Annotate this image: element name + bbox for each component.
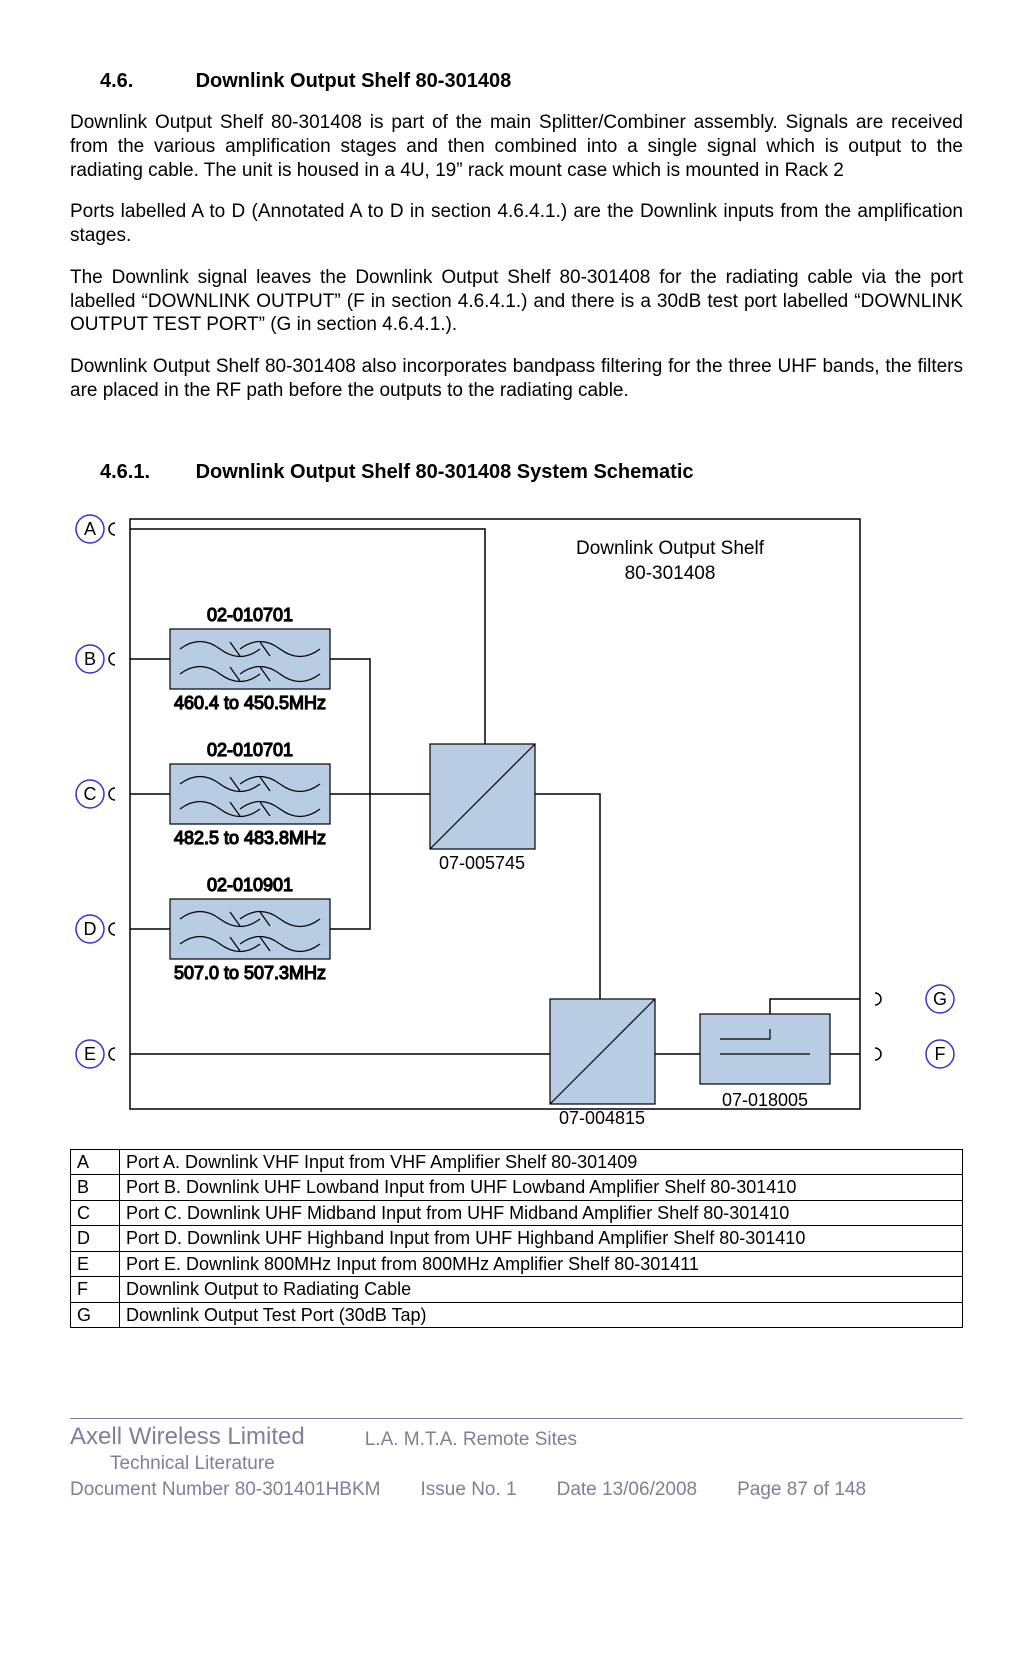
svg-text:D: D bbox=[84, 919, 97, 939]
svg-text:E: E bbox=[84, 1044, 96, 1064]
svg-text:07-018005: 07-018005 bbox=[722, 1090, 808, 1110]
svg-text:Downlink Output Shelf: Downlink Output Shelf bbox=[576, 538, 765, 559]
svg-text:C: C bbox=[84, 784, 97, 804]
subsection-heading: 4.6.1. Downlink Output Shelf 80-301408 S… bbox=[70, 461, 963, 484]
svg-text:B: B bbox=[84, 649, 96, 669]
svg-text:02-010901: 02-010901 bbox=[207, 875, 293, 895]
subsection-number: 4.6.1. bbox=[100, 461, 190, 484]
table-row: BPort B. Downlink UHF Lowband Input from… bbox=[71, 1175, 963, 1201]
section-heading: 4.6. Downlink Output Shelf 80-301408 bbox=[70, 70, 963, 93]
port-key: C bbox=[71, 1200, 120, 1226]
page-footer: Axell Wireless Limited L.A. M.T.A. Remot… bbox=[0, 1418, 1033, 1531]
port-key: E bbox=[71, 1251, 120, 1277]
table-row: DPort D. Downlink UHF Highband Input fro… bbox=[71, 1226, 963, 1252]
port-desc: Port A. Downlink VHF Input from VHF Ampl… bbox=[120, 1149, 963, 1175]
port-desc: Port E. Downlink 800MHz Input from 800MH… bbox=[120, 1251, 963, 1277]
svg-text:460.4 to 450.5MHz: 460.4 to 450.5MHz bbox=[174, 693, 326, 713]
paragraph-1: Downlink Output Shelf 80-301408 is part … bbox=[70, 111, 963, 182]
table-row: APort A. Downlink VHF Input from VHF Amp… bbox=[71, 1149, 963, 1175]
port-key: B bbox=[71, 1175, 120, 1201]
footer-issue: Issue No. 1 bbox=[421, 1479, 517, 1501]
svg-text:507.0 to 507.3MHz: 507.0 to 507.3MHz bbox=[174, 963, 326, 983]
port-desc: Downlink Output to Radiating Cable bbox=[120, 1277, 963, 1303]
footer-technical-literature: Technical Literature bbox=[70, 1453, 963, 1475]
svg-text:A: A bbox=[84, 519, 96, 539]
port-key: D bbox=[71, 1226, 120, 1252]
port-key: F bbox=[71, 1277, 120, 1303]
footer-date: Date 13/06/2008 bbox=[557, 1479, 698, 1501]
svg-text:07-004815: 07-004815 bbox=[559, 1108, 645, 1128]
table-row: GDownlink Output Test Port (30dB Tap) bbox=[71, 1302, 963, 1328]
svg-text:F: F bbox=[935, 1044, 946, 1064]
footer-brand: Axell Wireless Limited bbox=[70, 1423, 305, 1451]
svg-text:482.5 to 483.8MHz: 482.5 to 483.8MHz bbox=[174, 828, 326, 848]
svg-text:07-005745: 07-005745 bbox=[439, 853, 525, 873]
port-key: A bbox=[71, 1149, 120, 1175]
subsection-title: Downlink Output Shelf 80-301408 System S… bbox=[196, 461, 694, 483]
paragraph-2: Ports labelled A to D (Annotated A to D … bbox=[70, 200, 963, 248]
port-desc: Port D. Downlink UHF Highband Input from… bbox=[120, 1226, 963, 1252]
footer-remote-sites: L.A. M.T.A. Remote Sites bbox=[365, 1429, 577, 1451]
system-schematic-diagram: Downlink Output Shelf 80-301408 A B C D … bbox=[70, 509, 963, 1129]
svg-text:02-010701: 02-010701 bbox=[207, 740, 293, 760]
footer-doc-number: Document Number 80-301401HBKM bbox=[70, 1479, 381, 1501]
port-legend-table: APort A. Downlink VHF Input from VHF Amp… bbox=[70, 1149, 963, 1329]
paragraph-3: The Downlink signal leaves the Downlink … bbox=[70, 266, 963, 337]
paragraph-4: Downlink Output Shelf 80-301408 also inc… bbox=[70, 355, 963, 403]
port-desc: Port B. Downlink UHF Lowband Input from … bbox=[120, 1175, 963, 1201]
table-row: EPort E. Downlink 800MHz Input from 800M… bbox=[71, 1251, 963, 1277]
section-number: 4.6. bbox=[100, 70, 190, 93]
port-desc: Port C. Downlink UHF Midband Input from … bbox=[120, 1200, 963, 1226]
svg-text:80-301408: 80-301408 bbox=[625, 563, 716, 584]
svg-text:G: G bbox=[933, 989, 947, 1009]
footer-page: Page 87 of 148 bbox=[737, 1479, 866, 1501]
table-row: FDownlink Output to Radiating Cable bbox=[71, 1277, 963, 1303]
port-key: G bbox=[71, 1302, 120, 1328]
svg-text:02-010701: 02-010701 bbox=[207, 605, 293, 625]
port-desc: Downlink Output Test Port (30dB Tap) bbox=[120, 1302, 963, 1328]
section-title: Downlink Output Shelf 80-301408 bbox=[196, 70, 512, 92]
table-row: CPort C. Downlink UHF Midband Input from… bbox=[71, 1200, 963, 1226]
